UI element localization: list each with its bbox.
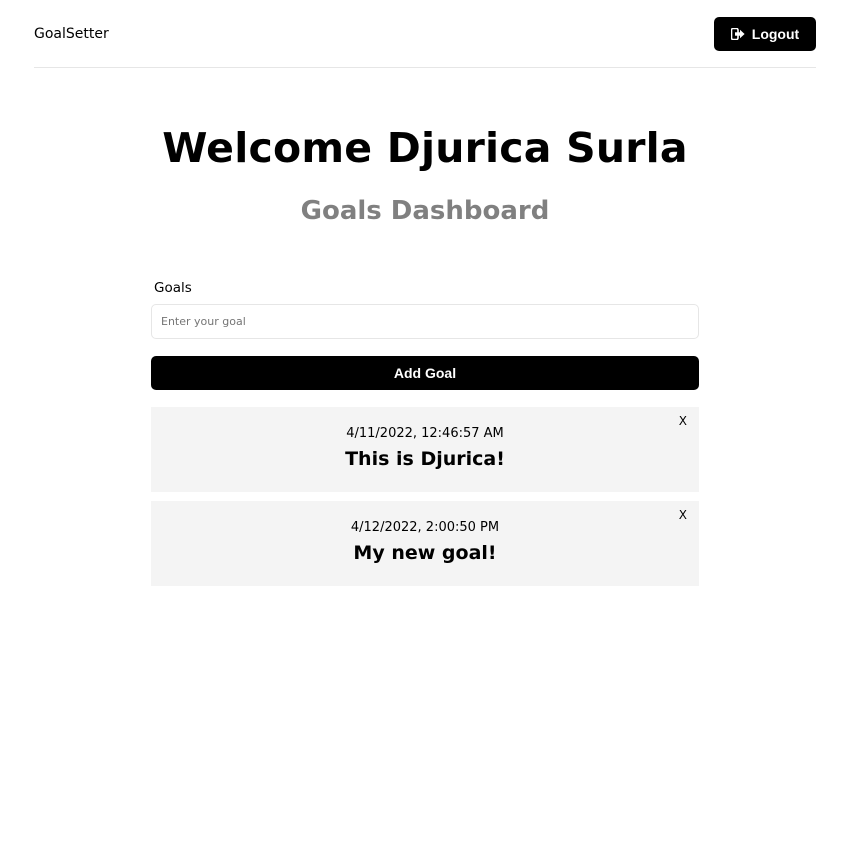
delete-goal-button[interactable]: X [679,414,687,428]
goal-text: My new goal! [353,542,497,564]
goal-card: 4/11/2022, 12:46:57 AM This is Djurica! … [151,407,699,492]
goal-date: 4/12/2022, 2:00:50 PM [350,520,500,535]
logout-button[interactable]: Logout [714,17,816,51]
goal-card: 4/12/2022, 2:00:50 PM My new goal! X [151,501,699,586]
sign-out-icon [730,28,745,40]
dashboard-subheading: Goals Dashboard [300,196,550,226]
logout-label: Logout [751,26,800,42]
delete-goal-button[interactable]: X [679,508,687,522]
goal-text: This is Djurica! [345,448,505,470]
goal-date: 4/11/2022, 12:46:57 AM [346,426,504,441]
welcome-heading: Welcome Djurica Surla [162,124,688,172]
logo-link[interactable]: GoalSetter [34,26,109,42]
goal-input[interactable] [151,304,699,339]
goals-label: Goals [154,280,192,296]
add-goal-button[interactable]: Add Goal [151,356,699,390]
header: GoalSetter Logout [34,0,816,68]
